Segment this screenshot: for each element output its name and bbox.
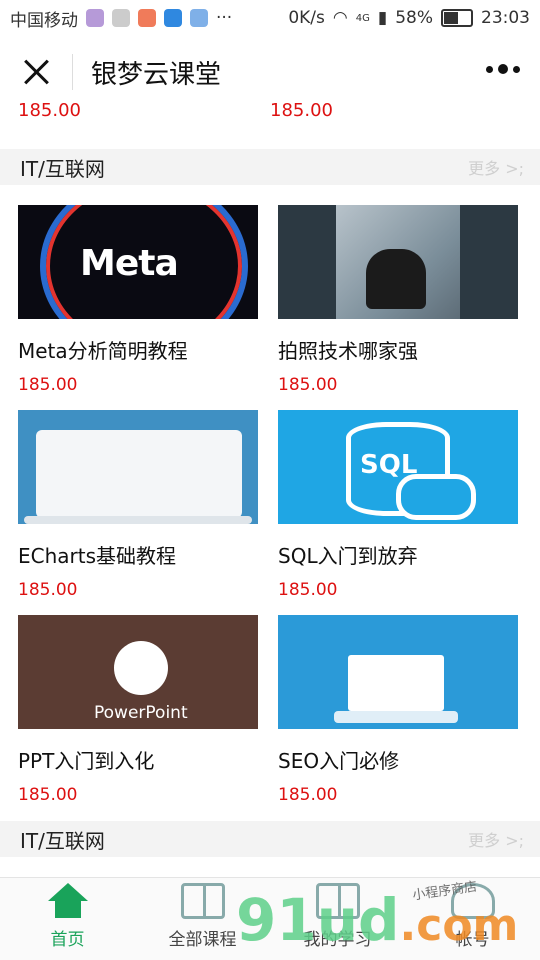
- course-price: 185.00: [18, 375, 78, 395]
- course-thumbnail[interactable]: [278, 615, 518, 729]
- course-card[interactable]: Meta Meta分析简明教程 185.00: [18, 205, 258, 410]
- course-card[interactable]: PowerPoint PPT入门到入化 185.00: [18, 615, 258, 820]
- course-title[interactable]: ECharts基础教程: [18, 540, 258, 568]
- course-card[interactable]: SQL SQL入门到放弃 185.00: [278, 410, 518, 615]
- course-grid: Meta Meta分析简明教程 185.00 拍照技术哪家强 185.00 EC…: [0, 205, 540, 820]
- course-thumbnail[interactable]: [18, 410, 258, 524]
- more-link[interactable]: 更多 >;: [468, 155, 524, 179]
- more-menu-icon[interactable]: [486, 64, 520, 74]
- network-label: 4G: [355, 12, 370, 24]
- more-notif-icon: ···: [216, 8, 233, 28]
- app-icon: [138, 9, 156, 27]
- course-title[interactable]: Meta分析简明教程: [18, 335, 258, 363]
- course-price: 185.00: [18, 580, 78, 600]
- section-header: IT/互联网 更多 >;: [0, 149, 540, 185]
- status-bar: 中国移动 ··· 0K/s ◠ 4G ▮ 58% 23:03: [0, 0, 540, 36]
- zhihu-icon: [164, 9, 182, 27]
- font-icon: [112, 9, 130, 27]
- course-title[interactable]: SEO入门必修: [278, 745, 518, 773]
- home-icon: [46, 883, 90, 919]
- section-title: IT/互联网: [20, 156, 105, 181]
- course-title[interactable]: SQL入门到放弃: [278, 540, 518, 568]
- time-label: 23:03: [481, 8, 530, 28]
- course-card[interactable]: 拍照技术哪家强 185.00: [278, 205, 518, 410]
- course-price: 185.00: [18, 100, 81, 121]
- course-card[interactable]: ECharts基础教程 185.00: [18, 410, 258, 615]
- course-thumbnail[interactable]: SQL: [278, 410, 518, 524]
- tab-label: 首页: [50, 930, 85, 950]
- course-price: 185.00: [278, 785, 338, 805]
- previous-row-prices: 185.00 185.00: [18, 100, 522, 121]
- course-card[interactable]: SEO入门必修 185.00: [278, 615, 518, 820]
- gallery-icon: [86, 9, 104, 27]
- tab-label: 全部课程: [168, 930, 237, 950]
- wifi-icon: ◠: [332, 8, 348, 28]
- section-title: IT/互联网: [20, 828, 105, 853]
- close-icon[interactable]: [18, 54, 54, 90]
- speed-label: 0K/s: [288, 8, 325, 28]
- watermark-logo: 91ud.com 小程序商店: [236, 880, 518, 954]
- battery-label: 58%: [395, 8, 433, 28]
- nav-bar: 银梦云课堂: [0, 36, 540, 108]
- wifi-app-icon: [190, 9, 208, 27]
- signal-icon: ▮: [377, 8, 388, 28]
- course-price: 185.00: [270, 100, 333, 121]
- page-title: 银梦云课堂: [91, 59, 222, 90]
- course-thumbnail[interactable]: [278, 205, 518, 319]
- course-price: 185.00: [278, 580, 338, 600]
- more-link[interactable]: 更多 >;: [468, 827, 524, 851]
- course-thumbnail[interactable]: PowerPoint: [18, 615, 258, 729]
- tab-home[interactable]: 首页: [0, 878, 135, 960]
- course-title[interactable]: PPT入门到入化: [18, 745, 258, 773]
- carrier-label: 中国移动: [10, 10, 78, 31]
- course-price: 185.00: [278, 375, 338, 395]
- course-title[interactable]: 拍照技术哪家强: [278, 335, 518, 363]
- section-header: IT/互联网 更多 >;: [0, 821, 540, 857]
- battery-icon: [441, 9, 473, 27]
- book-icon: [180, 883, 225, 919]
- course-price: 185.00: [18, 785, 78, 805]
- course-thumbnail[interactable]: Meta: [18, 205, 258, 319]
- nav-divider: [72, 54, 73, 90]
